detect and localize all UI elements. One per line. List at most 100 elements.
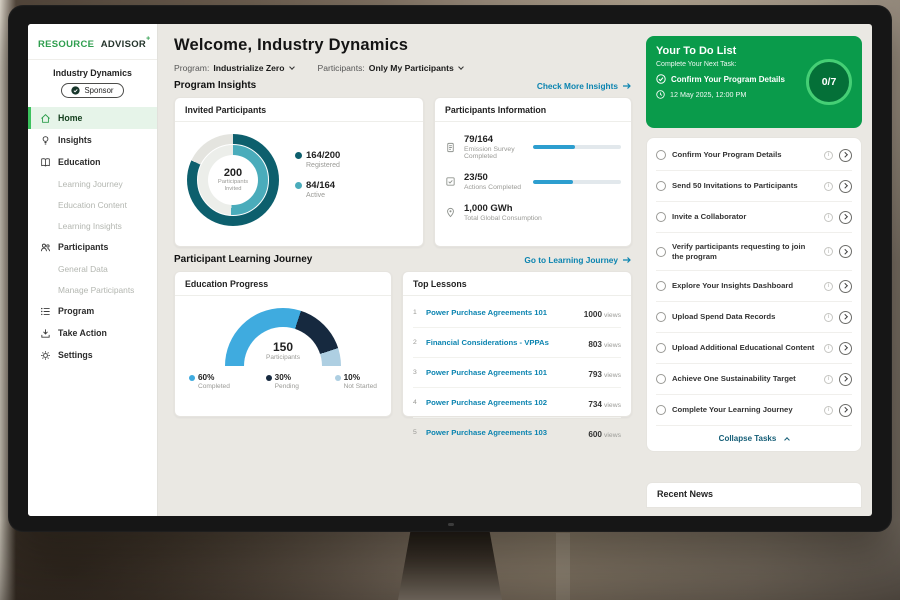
collapse-tasks-button[interactable]: Collapse Tasks xyxy=(656,426,852,447)
task-row-confirm-program[interactable]: Confirm Your Program Details i xyxy=(656,140,852,171)
sidebar-item-home[interactable]: Home xyxy=(28,107,157,129)
check-more-insights-link[interactable]: Check More Insights xyxy=(537,81,632,91)
org-name: Industry Dynamics xyxy=(32,68,153,78)
participants-select-label: Participants: xyxy=(318,63,365,73)
task-list-card: Confirm Your Program Details i Send 50 I… xyxy=(646,137,862,452)
nav-label: Insights xyxy=(58,135,92,145)
take-action-icon xyxy=(40,328,51,339)
info-row-consumption: 1,000 GWh Total Global Consumption xyxy=(445,197,621,228)
learning-journey-header: Participant Learning Journey Go to Learn… xyxy=(174,254,632,265)
insights-icon xyxy=(40,135,51,146)
chevron-right-icon[interactable] xyxy=(839,180,852,193)
main-content: Welcome, Industry Dynamics Program: Indu… xyxy=(158,24,644,516)
info-icon: i xyxy=(824,282,833,291)
sidebar-item-participants[interactable]: Participants xyxy=(28,236,157,258)
lesson-link[interactable]: Financial Considerations - VPPAs xyxy=(426,338,581,347)
chevron-right-icon[interactable] xyxy=(839,311,852,324)
go-to-learning-journey-link[interactable]: Go to Learning Journey xyxy=(524,255,632,265)
nav-label: General Data xyxy=(58,264,108,274)
logo-text-secondary: ADVISOR xyxy=(101,39,146,50)
lesson-link[interactable]: Power Purchase Agreements 101 xyxy=(426,308,577,317)
participants-icon xyxy=(40,242,51,253)
lesson-link[interactable]: Power Purchase Agreements 101 xyxy=(426,368,581,377)
gauge-legend: 60% Completed 30% Pending 10% Not Starte… xyxy=(185,373,381,390)
nav-label: Learning Insights xyxy=(58,221,122,231)
chevron-right-icon[interactable] xyxy=(839,149,852,162)
nav-label: Settings xyxy=(58,350,93,360)
home-icon xyxy=(40,113,51,124)
arrow-right-icon xyxy=(622,256,632,264)
task-row-upload-educational-content[interactable]: Upload Additional Educational Content i xyxy=(656,333,852,364)
lesson-row[interactable]: 1 Power Purchase Agreements 101 1000view… xyxy=(413,298,621,328)
task-checkbox[interactable] xyxy=(656,181,666,191)
sidebar-item-education[interactable]: Education xyxy=(28,151,157,173)
task-checkbox[interactable] xyxy=(656,374,666,384)
monitor-stand xyxy=(398,531,502,600)
lesson-link[interactable]: Power Purchase Agreements 103 xyxy=(426,428,581,437)
sponsor-badge[interactable]: Sponsor xyxy=(61,83,123,98)
recent-news-header[interactable]: Recent News xyxy=(646,482,862,508)
logo-plus: + xyxy=(146,36,150,43)
participants-information-card: Participants Information 79/164 Emission… xyxy=(434,97,632,247)
sidebar-item-settings[interactable]: Settings xyxy=(28,344,157,366)
education-icon xyxy=(40,157,51,168)
chevron-right-icon[interactable] xyxy=(839,245,852,258)
todo-title: Your To Do List xyxy=(656,45,798,57)
todo-summary-card: Your To Do List Complete Your Next Task:… xyxy=(646,36,862,128)
progress-bar xyxy=(533,180,621,184)
sponsor-icon xyxy=(71,86,80,95)
dashboard-screen: RESOURCE ADVISOR+ Industry Dynamics Spon… xyxy=(28,24,872,516)
gear-icon xyxy=(40,350,51,361)
lesson-row[interactable]: 5 Power Purchase Agreements 103 600views xyxy=(413,418,621,447)
sidebar-item-education-content[interactable]: Education Content xyxy=(28,194,157,215)
task-row-upload-spend-data[interactable]: Upload Spend Data Records i xyxy=(656,302,852,333)
info-row-survey: 79/164 Emission Survey Completed xyxy=(445,128,621,166)
sidebar-item-insights[interactable]: Insights xyxy=(28,129,157,151)
task-checkbox[interactable] xyxy=(656,343,666,353)
chevron-down-icon xyxy=(458,64,464,70)
lesson-row[interactable]: 3 Power Purchase Agreements 101 793views xyxy=(413,358,621,388)
sidebar-item-general-data[interactable]: General Data xyxy=(28,258,157,279)
task-checkbox[interactable] xyxy=(656,247,666,257)
info-icon: i xyxy=(824,406,833,415)
education-progress-card: Education Progress 150 Participants xyxy=(174,271,392,417)
todo-next-task[interactable]: Confirm Your Program Details xyxy=(656,74,798,84)
info-icon: i xyxy=(824,344,833,353)
sidebar-item-manage-participants[interactable]: Manage Participants xyxy=(28,279,157,300)
arrow-right-icon xyxy=(622,82,632,90)
task-row-achieve-target[interactable]: Achieve One Sustainability Target i xyxy=(656,364,852,395)
sidebar-item-program[interactable]: Program xyxy=(28,300,157,322)
task-row-explore-insights[interactable]: Explore Your Insights Dashboard i xyxy=(656,271,852,302)
task-row-invite-collaborator[interactable]: Invite a Collaborator i xyxy=(656,202,852,233)
check-circle-icon xyxy=(656,74,666,84)
participants-select[interactable]: Participants: Only My Participants xyxy=(318,63,463,73)
task-row-send-invitations[interactable]: Send 50 Invitations to Participants i xyxy=(656,171,852,202)
task-checkbox[interactable] xyxy=(656,281,666,291)
top-lessons-card: Top Lessons 1 Power Purchase Agreements … xyxy=(402,271,632,417)
lesson-link[interactable]: Power Purchase Agreements 102 xyxy=(426,398,581,407)
lesson-row[interactable]: 4 Power Purchase Agreements 102 734views xyxy=(413,388,621,418)
chevron-down-icon xyxy=(289,64,295,70)
chevron-up-icon xyxy=(784,437,790,443)
program-select[interactable]: Program: Industrialize Zero xyxy=(174,63,294,73)
task-row-complete-learning-journey[interactable]: Complete Your Learning Journey i xyxy=(656,395,852,426)
nav-label: Education xyxy=(58,157,101,167)
chevron-right-icon[interactable] xyxy=(839,280,852,293)
info-icon: i xyxy=(824,182,833,191)
chevron-right-icon[interactable] xyxy=(839,373,852,386)
task-checkbox[interactable] xyxy=(656,405,666,415)
lesson-row[interactable]: 2 Financial Considerations - VPPAs 803vi… xyxy=(413,328,621,358)
program-list-icon xyxy=(40,306,51,317)
legend-dot xyxy=(295,182,302,189)
task-checkbox[interactable] xyxy=(656,312,666,322)
chevron-right-icon[interactable] xyxy=(839,404,852,417)
sidebar-item-learning-journey[interactable]: Learning Journey xyxy=(28,173,157,194)
task-checkbox[interactable] xyxy=(656,212,666,222)
invited-donut-chart: 200 Participants Invited xyxy=(187,134,279,226)
sidebar-item-learning-insights[interactable]: Learning Insights xyxy=(28,215,157,236)
chevron-right-icon[interactable] xyxy=(839,211,852,224)
task-row-verify-participants[interactable]: Verify participants requesting to join t… xyxy=(656,233,852,271)
chevron-right-icon[interactable] xyxy=(839,342,852,355)
sidebar-item-take-action[interactable]: Take Action xyxy=(28,322,157,344)
task-checkbox[interactable] xyxy=(656,150,666,160)
